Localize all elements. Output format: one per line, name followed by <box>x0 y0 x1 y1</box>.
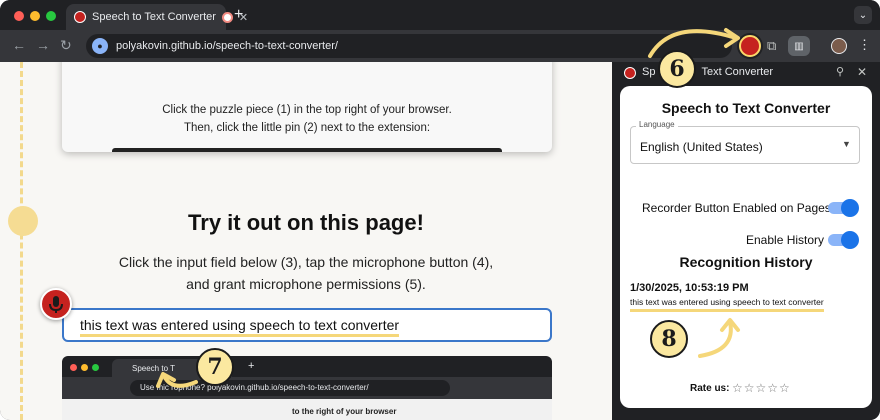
puzzle-extensions-icon[interactable]: ⧉ <box>767 38 776 54</box>
history-title: Recognition History <box>679 254 813 270</box>
window-minimize-button[interactable] <box>30 11 40 21</box>
side-panel-header: Sp Text Converter ⚲ ✕ <box>612 62 880 84</box>
mini-new-tab-icon: + <box>248 360 255 372</box>
language-label: Language <box>636 120 678 129</box>
rating-stars[interactable]: ☆☆☆☆☆ <box>732 381 791 395</box>
mini-address-bar: Use mic rophone? polyakovin.github.io/sp… <box>130 380 450 396</box>
instruction-line-1: Click the puzzle piece (1) in the top ri… <box>162 104 452 116</box>
back-icon[interactable]: ← <box>12 37 26 53</box>
mini-minimize-dot <box>81 364 88 371</box>
browser-window: Speech to Text Converter ✕ + ⌄ ← → ↻ ● p… <box>0 0 880 420</box>
side-panel-extension-icon <box>624 67 636 79</box>
mini-url-prefix: Use mic <box>140 383 169 392</box>
page-description-line-2: and grant microphone permissions (5). <box>186 276 426 292</box>
speech-text-input[interactable]: this text was entered using speech to te… <box>62 308 552 342</box>
recording-indicator-icon <box>221 11 233 23</box>
window-zoom-button[interactable] <box>46 11 56 21</box>
browser-menu-icon[interactable]: ⋮ <box>858 37 871 53</box>
history-entry-datetime: 1/30/2025, 10:53:19 PM <box>630 282 749 294</box>
instruction-line-2: Then, click the little pin (2) next to t… <box>183 122 431 134</box>
language-value: English (United States) <box>640 140 763 154</box>
dropdown-caret-icon[interactable]: ▼ <box>842 139 851 149</box>
address-bar[interactable]: ● polyakovin.github.io/speech-to-text-co… <box>86 34 732 58</box>
mini-close-dot <box>70 364 77 371</box>
window-close-button[interactable] <box>14 11 24 21</box>
reload-icon[interactable]: ↻ <box>60 37 72 54</box>
profile-avatar[interactable] <box>831 38 847 54</box>
mini-page-text: to the right of your browser <box>292 407 397 416</box>
instruction-card: Click the puzzle piece (1) in the top ri… <box>62 62 552 152</box>
recorder-toggle[interactable] <box>828 199 859 217</box>
step-7-badge: 7 <box>196 348 234 386</box>
page-content: Click the puzzle piece (1) in the top ri… <box>0 62 612 420</box>
history-toggle[interactable] <box>828 231 859 249</box>
microphone-button[interactable] <box>40 288 72 320</box>
extension-favicon-icon <box>74 11 86 23</box>
address-url: polyakovin.github.io/speech-to-text-conv… <box>116 40 338 52</box>
toggle-knob <box>841 199 859 217</box>
side-panel: Sp Text Converter ⚲ ✕ Speech to Text Conv… <box>612 62 880 420</box>
page-description-line-1: Click the input field below (3), tap the… <box>118 254 494 270</box>
side-panel-close-icon[interactable]: ✕ <box>857 65 867 79</box>
history-entry-text: this text was entered using speech to te… <box>630 297 824 312</box>
step-8-badge: 8 <box>650 320 688 358</box>
recorder-toggle-label: Recorder Button Enabled on Pages <box>642 201 831 215</box>
panel-title: Speech to Text Converter <box>661 100 831 116</box>
mini-url: polyakovin.github.io/speech-to-text-conv… <box>207 383 369 392</box>
extension-panel: Speech to Text Converter Language Englis… <box>620 86 872 408</box>
side-panel-toggle-icon[interactable]: ▥ <box>788 36 810 56</box>
tab-search-button[interactable]: ⌄ <box>854 6 872 24</box>
tab-speech-to-text[interactable]: Speech to Text Converter ✕ <box>66 4 248 30</box>
page-heading: Try it out on this page! <box>188 210 424 235</box>
history-toggle-label: Enable History <box>746 233 825 247</box>
microphone-icon <box>49 296 63 313</box>
example-screenshot: Speech to T + Use mic rophone? polyakovi… <box>62 356 552 420</box>
instruction-image-edge <box>112 148 502 152</box>
tab-title: Speech to Text Converter <box>92 11 216 23</box>
input-value: this text was entered using speech to te… <box>80 317 400 337</box>
forward-icon[interactable]: → <box>36 37 50 53</box>
mini-zoom-dot <box>92 364 99 371</box>
site-mic-permission-icon[interactable]: ● <box>92 38 108 54</box>
mini-tab-title: Speech to T <box>132 364 175 373</box>
rate-label: Rate us: <box>690 383 730 394</box>
toggle-knob <box>841 231 859 249</box>
speech-extension-icon[interactable] <box>739 35 761 57</box>
pin-icon[interactable]: ⚲ <box>836 65 844 78</box>
timeline-line <box>20 62 23 420</box>
tab-strip: Speech to Text Converter ✕ + ⌄ <box>0 0 880 30</box>
step-6-badge: 6 <box>658 50 696 88</box>
browser-toolbar: ← → ↻ ● polyakovin.github.io/speech-to-t… <box>0 30 880 62</box>
mini-url-prefix-tail: rophone? <box>171 383 205 392</box>
new-tab-button[interactable]: + <box>234 6 243 24</box>
